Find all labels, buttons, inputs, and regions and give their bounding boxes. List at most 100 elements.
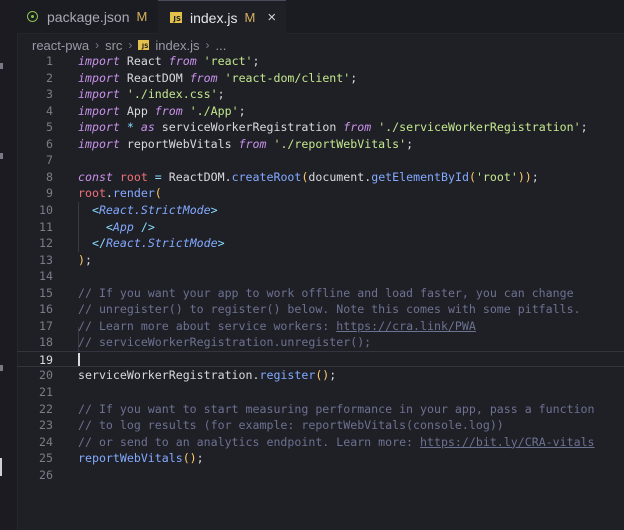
code-line[interactable]: 12 </React.StrictMode>: [17, 235, 624, 252]
code-line[interactable]: 8 const root = ReactDOM.createRoot (docume…: [17, 169, 624, 186]
code-line[interactable]: 18 // serviceWorkerRegistration.unregiste…: [17, 334, 624, 351]
code-text: serviceWorkerRegistration.register();: [78, 367, 336, 384]
code-token: <: [91, 202, 99, 217]
code-line[interactable]: 11 <App />: [17, 219, 624, 236]
line-number: 2: [46, 70, 53, 85]
code-line[interactable]: 17 // Learn more about service workers: h…: [17, 318, 624, 335]
code-token: // Learn more about service workers:: [78, 318, 337, 333]
code-token: =: [154, 169, 162, 184]
code-token: reportWebVitals: [78, 451, 183, 466]
code-line[interactable]: 1 import React from 'react';: [17, 53, 624, 70]
code-text: import React from 'react';: [78, 53, 260, 70]
code-token: from: [189, 70, 218, 85]
code-line[interactable]: 3 import './index.css';: [17, 86, 624, 103]
code-token: )): [517, 169, 532, 184]
code-line[interactable]: 24 // or send to an analytics endpoint. L…: [17, 434, 624, 451]
code-token: root: [78, 186, 106, 201]
tab-bar: package.json M JS index.js M ×: [17, 0, 624, 34]
line-number: 16: [39, 302, 53, 317]
code-token: </: [91, 236, 106, 251]
line-number: 3: [46, 87, 53, 102]
code-line[interactable]: 9 root.render(: [17, 185, 624, 202]
code-line[interactable]: 7: [17, 152, 624, 169]
js-icon: JS: [170, 12, 182, 23]
code-text: import reportWebVitals from './reportWeb…: [78, 136, 413, 153]
code-line[interactable]: 15 // If you want your app to work offlin…: [17, 285, 624, 302]
code-line[interactable]: 14: [17, 268, 624, 285]
code-line[interactable]: 25 reportWebVitals();: [17, 450, 624, 467]
code-text: </React.StrictMode>: [78, 235, 225, 252]
code-line[interactable]: 22 // If you want to start measuring perf…: [17, 401, 624, 418]
close-icon[interactable]: ×: [267, 9, 276, 26]
code-token: './App': [189, 103, 239, 118]
code-line[interactable]: 21: [17, 384, 624, 401]
line-number: 7: [46, 153, 53, 168]
breadcrumb-item-react-pwa[interactable]: react-pwa: [32, 38, 89, 53]
code-line[interactable]: 26: [17, 467, 624, 484]
code-line[interactable]: 16 // unregister() to register() below. N…: [17, 301, 624, 318]
chevron-right-icon: ›: [95, 38, 100, 52]
line-number: 12: [39, 236, 53, 251]
code-text: // or send to an analytics endpoint. Lea…: [78, 434, 595, 451]
code-text: // unregister() to register() below. Not…: [78, 301, 581, 318]
line-number: 13: [39, 252, 53, 267]
code-token: './index.css': [126, 87, 218, 102]
modified-badge: M: [136, 9, 148, 24]
code-token: ReactDOM.: [161, 169, 232, 184]
code-token: // serviceWorkerRegistration.unregister(…: [78, 335, 372, 350]
activity-marker: [0, 365, 3, 371]
code-token: import: [78, 54, 120, 68]
breadcrumb-item-file[interactable]: index.js: [155, 38, 199, 53]
code-line[interactable]: 5 import * as serviceWorkerRegistration f…: [17, 119, 624, 136]
node-icon: [27, 11, 38, 22]
code-token: 'root': [475, 169, 518, 184]
breadcrumb-item-symbols[interactable]: ...: [216, 38, 227, 53]
code-text: import * as serviceWorkerRegistration fr…: [78, 119, 588, 136]
code-text: <React.StrictMode>: [78, 202, 218, 219]
code-token: register: [259, 368, 316, 383]
code-token: .: [105, 186, 113, 201]
code-token: import: [78, 70, 120, 85]
js-icon: JS: [138, 40, 150, 50]
line-number: 26: [39, 467, 53, 482]
code-token: ;: [350, 70, 358, 85]
code-token: root: [119, 169, 148, 184]
code-token: ;: [217, 87, 225, 102]
code-token: ;: [238, 103, 246, 118]
breadcrumb-item-src[interactable]: src: [105, 38, 122, 53]
code-token: ;: [406, 136, 414, 151]
code-token: // If you want to start measuring perfor…: [78, 401, 595, 416]
code-line[interactable]: 20 serviceWorkerRegistration.register();: [17, 367, 624, 384]
activity-active-indicator: [0, 458, 2, 476]
line-number: 14: [39, 269, 53, 284]
code-token: from: [238, 136, 267, 151]
tab-index-js[interactable]: JS index.js M ×: [158, 0, 286, 34]
code-line[interactable]: 13);: [17, 252, 624, 269]
code-token: (): [182, 451, 197, 466]
code-line[interactable]: 2 import ReactDOM from 'react-dom/client'…: [17, 70, 624, 87]
code-line[interactable]: 19: [17, 350, 624, 368]
code-token: import: [78, 136, 120, 151]
code-line[interactable]: 4 import App from './App';: [17, 103, 624, 120]
tab-label: package.json: [47, 8, 130, 25]
code-line[interactable]: 6 import reportWebVitals from './reportWe…: [17, 136, 624, 153]
line-number: 9: [46, 186, 53, 201]
tab-package-json[interactable]: package.json M: [17, 0, 158, 33]
code-token: (): [315, 368, 330, 383]
line-number: 25: [39, 451, 53, 466]
code-token: from: [168, 54, 197, 68]
code-token: serviceWorkerRegistration.: [78, 368, 260, 383]
line-number: 6: [46, 136, 53, 151]
code-token: './reportWebVitals': [273, 136, 407, 151]
code-token: from: [154, 103, 183, 118]
code-editor[interactable]: 1 import React from 'react'; 2 import React…: [17, 53, 624, 530]
line-number: 23: [39, 418, 53, 433]
code-line[interactable]: 10 <React.StrictMode>: [17, 202, 624, 219]
code-line[interactable]: 23 // to log results (for example: report…: [17, 417, 624, 434]
chevron-right-icon: ›: [205, 38, 210, 52]
